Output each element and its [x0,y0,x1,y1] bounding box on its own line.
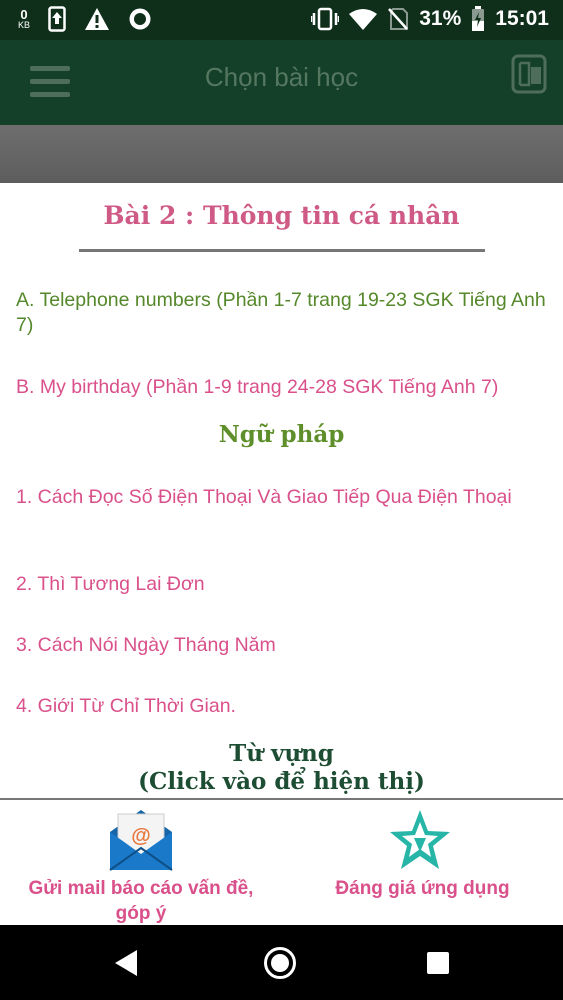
grammar-item-3[interactable]: 3. Cách Nói Ngày Tháng Năm [16,633,549,658]
grammar-item-2[interactable]: 2. Thì Tương Lai Đơn [16,572,549,597]
back-icon[interactable] [113,949,139,977]
app-bar: Chọn bài học [0,40,563,125]
status-left: 0 KB [18,6,152,32]
status-right: 31% 15:01 [311,6,549,32]
send-mail-label-line1: Gửi mail báo cáo vấn đề, [28,878,254,899]
book-icon[interactable] [511,54,547,94]
vocab-heading[interactable]: Từ vựng [0,740,563,768]
home-icon[interactable] [263,946,297,980]
grammar-item-4[interactable]: 4. Giới Từ Chỉ Thời Gian. [16,694,549,719]
network-speed-unit: KB [18,20,31,30]
dialog-title: Bài 2 : Thông tin cá nhân [103,201,460,230]
send-mail-label-line2: góp ý [115,903,167,924]
system-nav-bar [0,925,563,1000]
star-icon [390,810,450,869]
battery-charging-icon [472,6,485,31]
lesson-dialog: Bài 2 : Thông tin cá nhân A. Telephone n… [0,183,563,798]
grammar-heading: Ngữ pháp [218,421,345,448]
battery-percent: 31% [419,7,462,30]
part-item-b[interactable]: B. My birthday (Phần 1-9 trang 24-28 SGK… [16,375,549,400]
vocab-subheading[interactable]: (Click vào để hiện thị) [0,768,563,796]
mail-envelope-icon: @ [109,810,173,871]
grammar-item-1[interactable]: 1. Cách Đọc Số Điện Thoại Và Giao Tiếp Q… [16,485,549,510]
status-bar: 0 KB 31% 15:01 [0,0,563,40]
bottom-action-bar: @ Gửi mail báo cáo vấn đề, góp ý Đáng gi… [0,798,563,925]
part-item-a[interactable]: A. Telephone numbers (Phần 1-7 trang 19-… [16,288,549,338]
svg-text:@: @ [131,825,151,847]
upload-notification-icon [48,6,66,32]
rate-app-label: Đáng giá ứng dụng [335,878,510,899]
rate-app-button[interactable]: Đáng giá ứng dụng [282,800,563,925]
dimmed-background [0,125,563,183]
no-sim-icon [388,8,409,30]
vibrate-icon [311,7,340,31]
recents-icon[interactable] [427,952,449,974]
circle-app-icon [129,8,151,30]
send-mail-button[interactable]: @ Gửi mail báo cáo vấn đề, góp ý [0,800,282,925]
wifi-icon [349,9,378,30]
warning-icon [85,8,110,30]
title-divider [79,249,485,252]
clock-time: 15:01 [495,7,549,30]
page-title: Chọn bài học [204,62,359,92]
network-speed: 0 KB [18,8,30,30]
